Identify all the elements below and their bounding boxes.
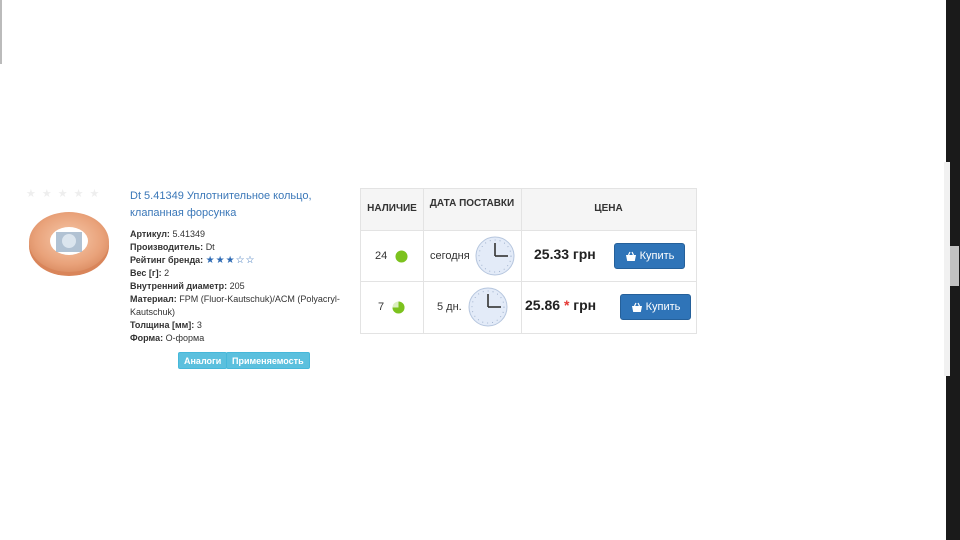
price-currency: грн [573, 297, 597, 313]
analogs-button[interactable]: Аналоги [178, 352, 228, 369]
price-note: * [563, 297, 570, 313]
prop-label: Рейтинг бренда: [130, 255, 204, 265]
clock-icon [468, 287, 508, 327]
buy-button[interactable]: Купить [614, 243, 685, 269]
delivery-time: сегодня [430, 250, 470, 262]
price-amount: 25.86 [525, 297, 561, 313]
faint-rating-icon: ★★★★★ [26, 188, 106, 200]
prop-manufacturer: Производитель: Dt [130, 241, 358, 254]
stock-quantity: 7 [378, 301, 385, 313]
clock-icon [475, 236, 515, 276]
prop-thickness: Толщина [мм]: 3 [130, 319, 358, 332]
prop-value: 205 [229, 281, 245, 291]
column-divider [423, 189, 424, 333]
prop-shape: Форма: O-форма [130, 332, 358, 345]
prop-label: Артикул: [130, 229, 170, 239]
buy-label: Купить [639, 250, 675, 262]
top-bar-border [0, 0, 2, 64]
prop-label: Вес [г]: [130, 268, 162, 278]
product-image[interactable] [26, 205, 112, 279]
prop-value: O-форма [165, 333, 205, 343]
offers-table: НАЛИЧИЕ ДАТА ПОСТАВКИ ЦЕНА 24 сегодня 25… [360, 188, 697, 334]
prop-value: Dt [205, 242, 215, 252]
prop-label: Внутренний диаметр: [130, 281, 228, 291]
delivery-time: 5 дн. [437, 301, 462, 313]
prop-label: Форма: [130, 333, 164, 343]
basket-icon [625, 251, 636, 261]
applicability-button[interactable]: Применяемость [226, 352, 310, 369]
buy-button[interactable]: Купить [620, 294, 691, 320]
row-divider [361, 281, 696, 282]
header-availability: НАЛИЧИЕ [367, 203, 417, 214]
header-price: ЦЕНА [594, 203, 623, 214]
prop-label: Материал: [130, 294, 177, 304]
basket-icon [631, 302, 642, 312]
header-delivery-date: ДАТА ПОСТАВКИ [429, 198, 515, 209]
prop-value: 2 [164, 268, 170, 278]
price-value: 25.86 * грн [525, 297, 596, 313]
product-properties: Артикул: 5.41349 Производитель: Dt Рейти… [130, 228, 358, 345]
prop-label: Производитель: [130, 242, 204, 252]
buy-label: Купить [645, 301, 681, 313]
prop-brand-rating: Рейтинг бренда: ★★★☆☆ [130, 254, 358, 267]
stock-level-icon [392, 301, 405, 314]
prop-label: Толщина [мм]: [130, 320, 195, 330]
prop-article: Артикул: 5.41349 [130, 228, 358, 241]
stock-quantity: 24 [375, 250, 388, 262]
star-rating-icon: ★★★☆☆ [205, 255, 256, 266]
prop-value: 3 [196, 320, 202, 330]
stock-level-icon [395, 250, 408, 263]
price-value: 25.33 грн [534, 246, 596, 262]
prop-inner-diameter: Внутренний диаметр: 205 [130, 280, 358, 293]
prop-weight: Вес [г]: 2 [130, 267, 358, 280]
prop-value: 5.41349 [172, 229, 205, 239]
scrollbar-thumb[interactable] [950, 246, 959, 286]
product-title-link[interactable]: Dt 5.41349 Уплотнительное кольцо, клапан… [130, 188, 340, 222]
top-bar [0, 0, 960, 64]
prop-material: Материал: FPM (Fluor-Kautschuk)/ACM (Pol… [130, 293, 358, 319]
